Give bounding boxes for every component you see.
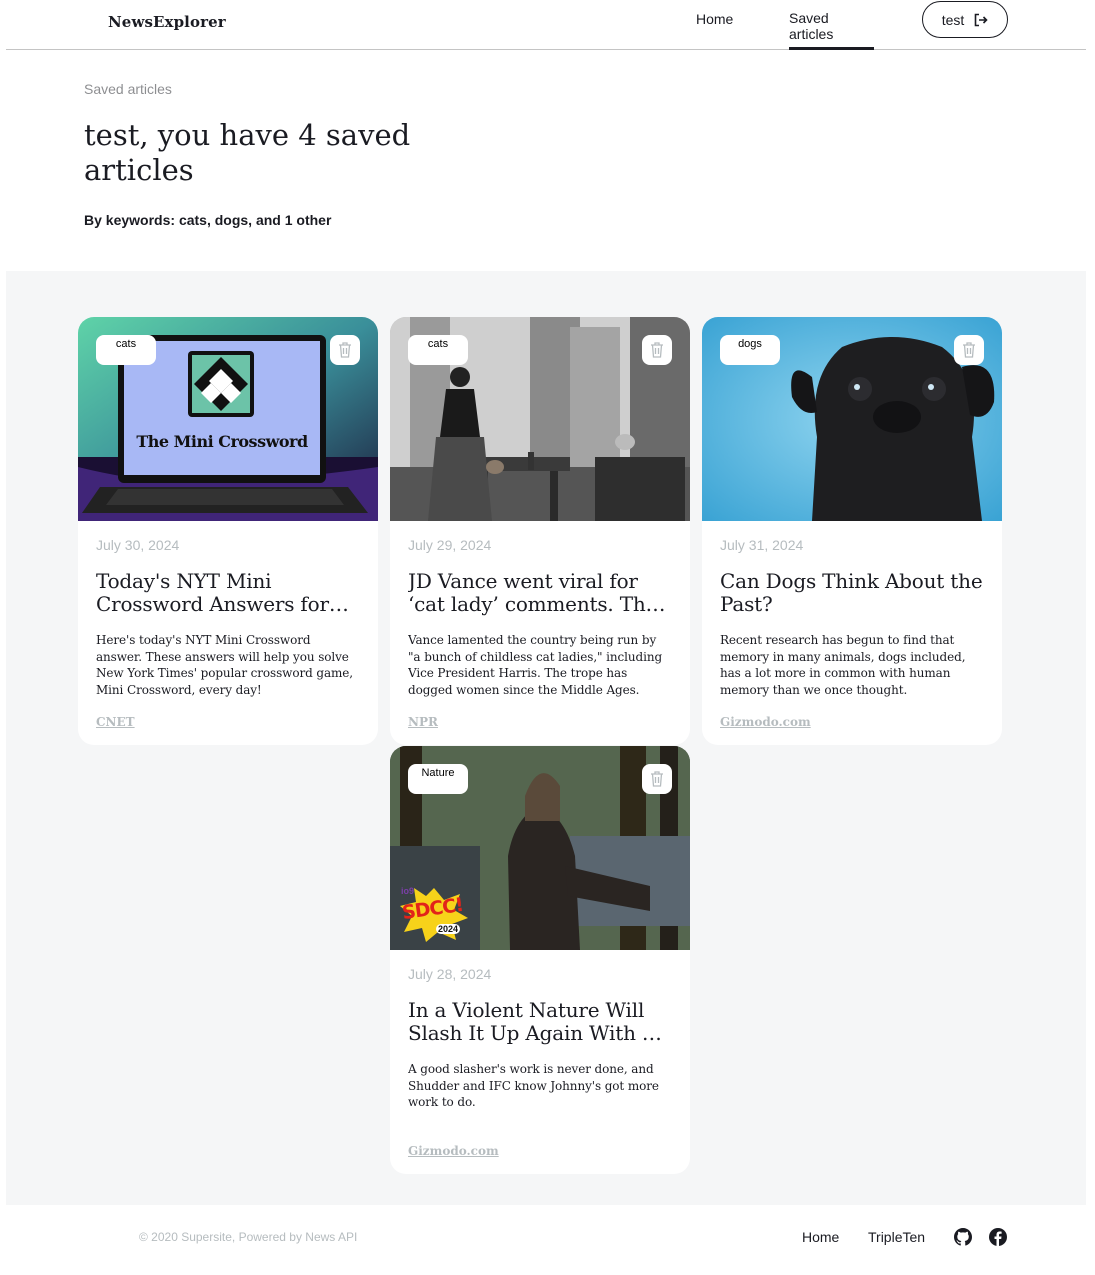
keyword-tag: Nature bbox=[408, 764, 468, 794]
trash-icon bbox=[963, 342, 975, 358]
header: NewsExplorer Home Saved articles test bbox=[6, 0, 1086, 50]
article-source[interactable]: Gizmodo.com bbox=[408, 1144, 672, 1158]
article-text: A good slasher's work is never done, and… bbox=[408, 1062, 659, 1109]
logout-button[interactable]: test bbox=[922, 1, 1008, 38]
article-date: July 29, 2024 bbox=[408, 537, 492, 553]
delete-button[interactable] bbox=[642, 335, 672, 365]
saved-articles-label: Saved articles bbox=[84, 81, 172, 97]
sdcc-badge-prefix: io9 bbox=[401, 886, 415, 896]
logo[interactable]: NewsExplorer bbox=[108, 13, 226, 31]
saved-articles-title: test, you have 4 saved articles bbox=[84, 118, 411, 187]
keywords-list: cats, dogs, and 1 other bbox=[178, 212, 332, 228]
keywords-prefix: By keywords: bbox=[84, 212, 179, 228]
facebook-icon[interactable] bbox=[989, 1228, 1007, 1246]
article-source[interactable]: NPR bbox=[408, 715, 672, 729]
article-text: Here's today's NYT Mini Crossword answer… bbox=[96, 633, 354, 697]
article-card[interactable]: cats July 29, 2024 JD Vance went viral f… bbox=[390, 317, 690, 745]
delete-button[interactable] bbox=[954, 335, 984, 365]
nav-saved-articles-link[interactable]: Saved articles bbox=[789, 10, 874, 50]
delete-button[interactable] bbox=[642, 764, 672, 794]
sdcc-badge: io9 SDCC! 2024 bbox=[398, 886, 470, 942]
article-text: Vance lamented the country being run by … bbox=[408, 633, 663, 697]
keyword-tag: cats bbox=[408, 335, 468, 365]
sdcc-badge-year: 2024 bbox=[436, 924, 461, 934]
article-date: July 28, 2024 bbox=[408, 966, 492, 982]
article-image: dogs bbox=[702, 317, 1002, 521]
github-icon[interactable] bbox=[954, 1228, 972, 1246]
article-date: July 30, 2024 bbox=[96, 537, 180, 553]
user-name: test bbox=[941, 11, 965, 28]
image-caption: The Mini Crossword bbox=[136, 432, 308, 451]
article-source[interactable]: CNET bbox=[96, 715, 360, 729]
delete-button[interactable] bbox=[330, 335, 360, 365]
trash-icon bbox=[651, 771, 663, 787]
article-card[interactable]: The Mini Crossword cats July 30, 2024 To… bbox=[78, 317, 378, 745]
trash-icon bbox=[339, 342, 351, 358]
article-title: Today's NYT Mini Crossword Answers for J… bbox=[96, 570, 329, 616]
footer-copyright: © 2020 Supersite, Powered by News API bbox=[139, 1230, 358, 1244]
article-title: JD Vance went viral for ‘cat lady’ comme… bbox=[408, 570, 658, 616]
footer-home-link[interactable]: Home bbox=[802, 1229, 839, 1245]
article-image: io9 SDCC! 2024 Nature bbox=[390, 746, 690, 950]
saved-articles-section: The Mini Crossword cats July 30, 2024 To… bbox=[6, 271, 1086, 1205]
article-card[interactable]: io9 SDCC! 2024 Nature July 28, 2024 In a… bbox=[390, 746, 690, 1174]
nav-home-link[interactable]: Home bbox=[696, 11, 733, 27]
article-text: Recent research has begun to find that m… bbox=[720, 633, 966, 697]
keywords-line: By keywords: cats, dogs, and 1 other bbox=[84, 212, 331, 228]
article-source[interactable]: Gizmodo.com bbox=[720, 715, 984, 729]
article-title: Can Dogs Think About the Past? bbox=[720, 570, 983, 616]
keyword-tag: cats bbox=[96, 335, 156, 365]
article-image: cats bbox=[390, 317, 690, 521]
keyword-tag: dogs bbox=[720, 335, 780, 365]
logout-icon bbox=[974, 13, 988, 26]
footer-tripleten-link[interactable]: TripleTen bbox=[868, 1229, 925, 1245]
article-card[interactable]: dogs July 31, 2024 Can Dogs Think About … bbox=[702, 317, 1002, 745]
trash-icon bbox=[651, 342, 663, 358]
article-title: In a Violent Nature Will Slash It Up Aga… bbox=[408, 999, 654, 1045]
article-image: The Mini Crossword cats bbox=[78, 317, 378, 521]
article-date: July 31, 2024 bbox=[720, 537, 804, 553]
